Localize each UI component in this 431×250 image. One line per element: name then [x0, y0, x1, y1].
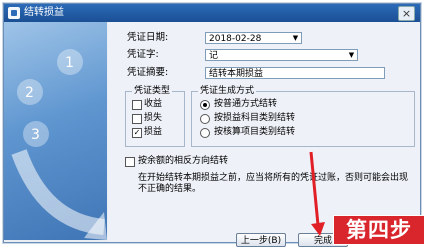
radio-project-category-transfer[interactable]: [200, 128, 210, 138]
voucher-type-label: 凭证字:: [127, 49, 159, 60]
radio-account-category-transfer[interactable]: [200, 114, 210, 124]
generation-method-group: 凭证生成方式 按普通方式结转 按损益科目类别结转 按核算项目类别结转: [191, 85, 415, 147]
date-value: 2018-02-28: [209, 34, 262, 44]
reverse-balance-label: 按余额的相反方向结转: [138, 156, 229, 166]
summary-input[interactable]: 结转本期损益: [205, 67, 385, 79]
wizard-illustration: 2 1 3: [4, 22, 107, 240]
date-field[interactable]: 2018-02-28 ▼: [205, 32, 302, 44]
wizard-form: 凭证日期: 2018-02-28 ▼ 凭证字: 记 ▼ 凭证摘要: 结转本期损益…: [108, 22, 420, 247]
project-category-transfer-label: 按核算项目类别结转: [214, 127, 296, 137]
income-checkbox[interactable]: [132, 100, 142, 110]
step-four-badge: 第四步: [333, 215, 425, 245]
voucher-type-group: 凭证类型 收益 损失 ✓ 损益: [125, 85, 185, 147]
profit-loss-checkbox[interactable]: ✓: [132, 128, 142, 138]
app-icon: [8, 7, 20, 19]
voucher-type-group-title: 凭证类型: [132, 85, 173, 97]
summary-value: 结转本期损益: [209, 69, 264, 79]
account-category-transfer-label: 按损益科目类别结转: [214, 113, 296, 123]
window-title: 结转损益: [24, 7, 64, 18]
voucher-type-value: 记: [209, 51, 219, 61]
normal-transfer-label: 按普通方式结转: [214, 99, 278, 109]
radio-normal-transfer[interactable]: [200, 100, 210, 110]
wizard-art-graphic: 2 1 3: [11, 49, 107, 240]
previous-button[interactable]: 上一步(B): [236, 233, 286, 247]
loss-checkbox[interactable]: [132, 114, 142, 124]
generation-method-group-title: 凭证生成方式: [198, 85, 257, 97]
date-label: 凭证日期:: [127, 32, 169, 43]
art-number-1: 1: [65, 55, 74, 71]
profit-loss-label: 损益: [144, 127, 163, 137]
transfer-profit-loss-dialog: 结转损益 × 2 1 3 凭证日期: 2018-02-28 ▼ 凭证字: 记 ▼…: [3, 3, 421, 247]
transfer-warning-note: 在开始结转本期损益之前，应当将所有的凭证过账，否则可能会出现不正确的结果。: [138, 173, 409, 194]
loss-label: 损失: [144, 113, 163, 123]
title-bar: 结转损益 ×: [4, 4, 420, 22]
voucher-type-select[interactable]: 记 ▼: [205, 49, 358, 61]
summary-label: 凭证摘要:: [127, 67, 169, 78]
art-number-3: 3: [31, 127, 40, 143]
income-label: 收益: [144, 99, 163, 109]
chevron-down-icon[interactable]: ▼: [347, 51, 356, 59]
reverse-balance-checkbox[interactable]: [125, 157, 135, 167]
close-button[interactable]: ×: [398, 6, 415, 21]
art-number-2: 2: [25, 85, 34, 101]
chevron-down-icon[interactable]: ▼: [291, 34, 300, 42]
